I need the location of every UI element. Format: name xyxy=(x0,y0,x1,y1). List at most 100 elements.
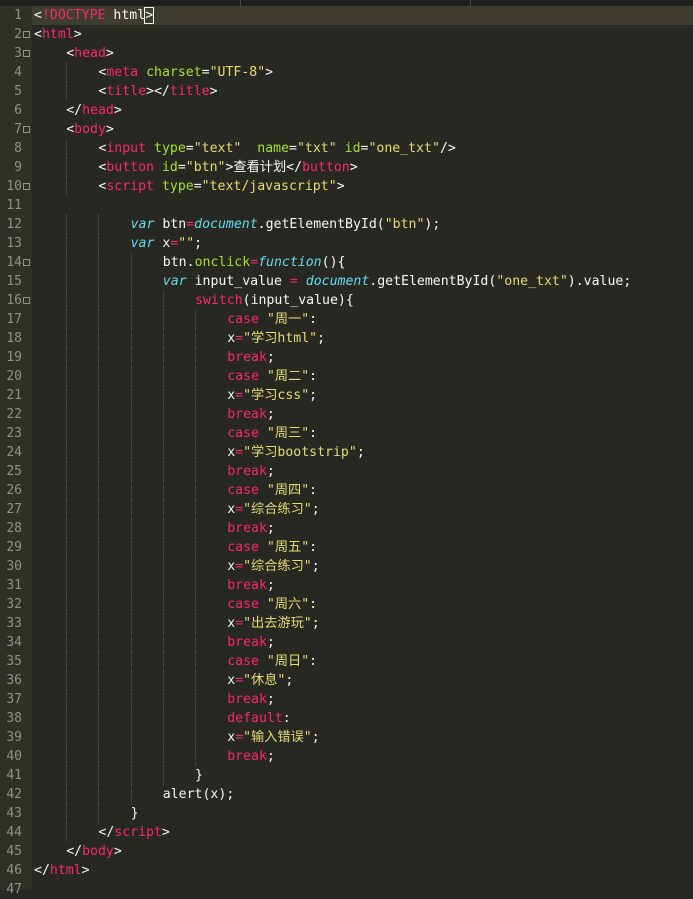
code-token: : xyxy=(309,312,318,327)
code-line[interactable]: case "周二": xyxy=(32,367,693,386)
code-line[interactable]: } xyxy=(32,766,693,785)
fold-toggle-icon[interactable] xyxy=(23,126,30,133)
code-content: break; xyxy=(227,633,275,652)
code-line[interactable]: </script> xyxy=(32,823,693,842)
code-token: "btn" xyxy=(185,160,226,175)
code-line[interactable]: x="综合练习"; xyxy=(32,500,693,519)
indent-guide xyxy=(66,215,68,234)
code-line[interactable]: btn.onclick=function(){ xyxy=(32,253,693,272)
fold-toggle-icon[interactable] xyxy=(23,31,30,38)
indent-guide xyxy=(66,291,68,310)
code-line[interactable]: break; xyxy=(32,348,693,367)
indent-guide xyxy=(195,614,196,633)
code-line[interactable]: break; xyxy=(32,747,693,766)
code-line[interactable]: case "周四": xyxy=(32,481,693,500)
code-token: "周日" xyxy=(266,654,310,669)
code-line[interactable]: break; xyxy=(32,462,693,481)
code-content: } xyxy=(131,804,139,823)
code-token: break xyxy=(227,407,267,422)
code-line[interactable]: <button id="btn">查看计划</button> xyxy=(32,158,693,177)
code-line[interactable]: <input type="text" name="txt" id="one_tx… xyxy=(32,139,693,158)
code-line[interactable]: <html> xyxy=(32,25,693,44)
code-content: <button id="btn">查看计划</button> xyxy=(98,158,357,177)
line-number: 9 xyxy=(14,160,22,175)
code-editor[interactable]: 1 2 3 4 5 6 7 8 9 10 11 12 13 14 15 16 17 18 19 20 21 22 23 24 2… xyxy=(0,0,693,897)
code-token: var xyxy=(130,236,155,251)
indent-guide xyxy=(66,576,68,595)
code-token: ; xyxy=(266,692,275,707)
code-token: ; xyxy=(266,578,275,593)
code-line[interactable]: case "周六": xyxy=(32,595,693,614)
line-number: 7 xyxy=(14,122,22,137)
code-line[interactable]: x="学习css"; xyxy=(32,386,693,405)
code-token: charset xyxy=(146,65,202,80)
code-content: case "周五": xyxy=(227,538,317,557)
code-line[interactable]: x="出去游玩"; xyxy=(32,614,693,633)
code-token: (input_value){ xyxy=(242,293,354,308)
line-number: 2 xyxy=(14,27,22,42)
code-token: : xyxy=(309,597,318,612)
code-content: var btn=document.getElementById("btn"); xyxy=(131,215,441,234)
indent-guide xyxy=(130,766,132,785)
code-line[interactable]: var btn=document.getElementById("btn"); xyxy=(32,215,693,234)
code-line[interactable]: x="学习html"; xyxy=(32,329,693,348)
indent-guide xyxy=(66,633,68,652)
code-line[interactable]: var x=""; xyxy=(32,234,693,253)
code-token: case xyxy=(227,483,259,498)
indent-guide xyxy=(130,671,132,690)
code-line[interactable]: } xyxy=(32,804,693,823)
line-number: 11 xyxy=(6,198,22,213)
code-line[interactable]: x="输入错误"; xyxy=(32,728,693,747)
code-token: "text" xyxy=(193,141,242,156)
code-line[interactable]: </head> xyxy=(32,101,693,120)
code-token: } xyxy=(130,806,139,821)
code-line[interactable]: <script type="text/javascript"> xyxy=(32,177,693,196)
code-line[interactable]: <title></title> xyxy=(32,82,693,101)
fold-toggle-icon[interactable] xyxy=(23,297,30,304)
code-line[interactable]: x="综合练习"; xyxy=(32,557,693,576)
code-line[interactable]: switch(input_value){ xyxy=(32,291,693,310)
code-content: x="学习bootstrip"; xyxy=(227,443,365,462)
code-content: </body> xyxy=(66,842,122,861)
code-token: > xyxy=(161,825,170,840)
code-line[interactable]: break; xyxy=(32,519,693,538)
code-content: break; xyxy=(227,462,275,481)
indent-guide xyxy=(66,310,68,329)
indent-guide xyxy=(98,291,100,310)
code-line[interactable]: case "周五": xyxy=(32,538,693,557)
code-line[interactable]: x="休息"; xyxy=(32,671,693,690)
code-line[interactable]: x="学习bootstrip"; xyxy=(32,443,693,462)
line-number-gutter[interactable]: 1 2 3 4 5 6 7 8 9 10 11 12 13 14 15 16 17 18 19 20 21 22 23 24 2… xyxy=(0,6,32,897)
fold-toggle-icon[interactable] xyxy=(23,50,30,57)
indent-guide xyxy=(162,329,164,348)
code-line[interactable]: </body> xyxy=(32,842,693,861)
fold-toggle-icon[interactable] xyxy=(23,259,30,266)
code-content: break; xyxy=(227,348,275,367)
code-line[interactable] xyxy=(32,196,693,215)
code-token: > xyxy=(349,160,358,175)
code-text-area[interactable]: <!DOCTYPE html> <html> <head> <meta charset… xyxy=(32,6,693,890)
fold-toggle-icon[interactable] xyxy=(23,183,30,190)
code-line[interactable]: case "周一": xyxy=(32,310,693,329)
code-line[interactable]: <!DOCTYPE html> xyxy=(32,6,693,25)
code-line[interactable]: default: xyxy=(32,709,693,728)
code-line[interactable]: case "周日": xyxy=(32,652,693,671)
code-line[interactable]: <body> xyxy=(32,120,693,139)
code-line[interactable]: break; xyxy=(32,690,693,709)
code-token: ; xyxy=(317,331,326,346)
code-line[interactable]: <head> xyxy=(32,44,693,63)
indent-guide xyxy=(66,443,68,462)
line-number: 43 xyxy=(6,806,22,821)
indent-guide xyxy=(195,329,196,348)
code-line[interactable]: break; xyxy=(32,405,693,424)
code-line[interactable]: case "周三": xyxy=(32,424,693,443)
code-token: x xyxy=(227,388,236,403)
code-line[interactable]: var input_value = document.getElementByI… xyxy=(32,272,693,291)
code-line[interactable]: alert(x); xyxy=(32,785,693,804)
indent-guide xyxy=(66,177,68,196)
code-line[interactable]: break; xyxy=(32,633,693,652)
code-line[interactable]: </html> xyxy=(32,861,693,880)
indent-guide xyxy=(66,652,68,671)
code-line[interactable]: <meta charset="UTF-8"> xyxy=(32,63,693,82)
code-line[interactable]: break; xyxy=(32,576,693,595)
